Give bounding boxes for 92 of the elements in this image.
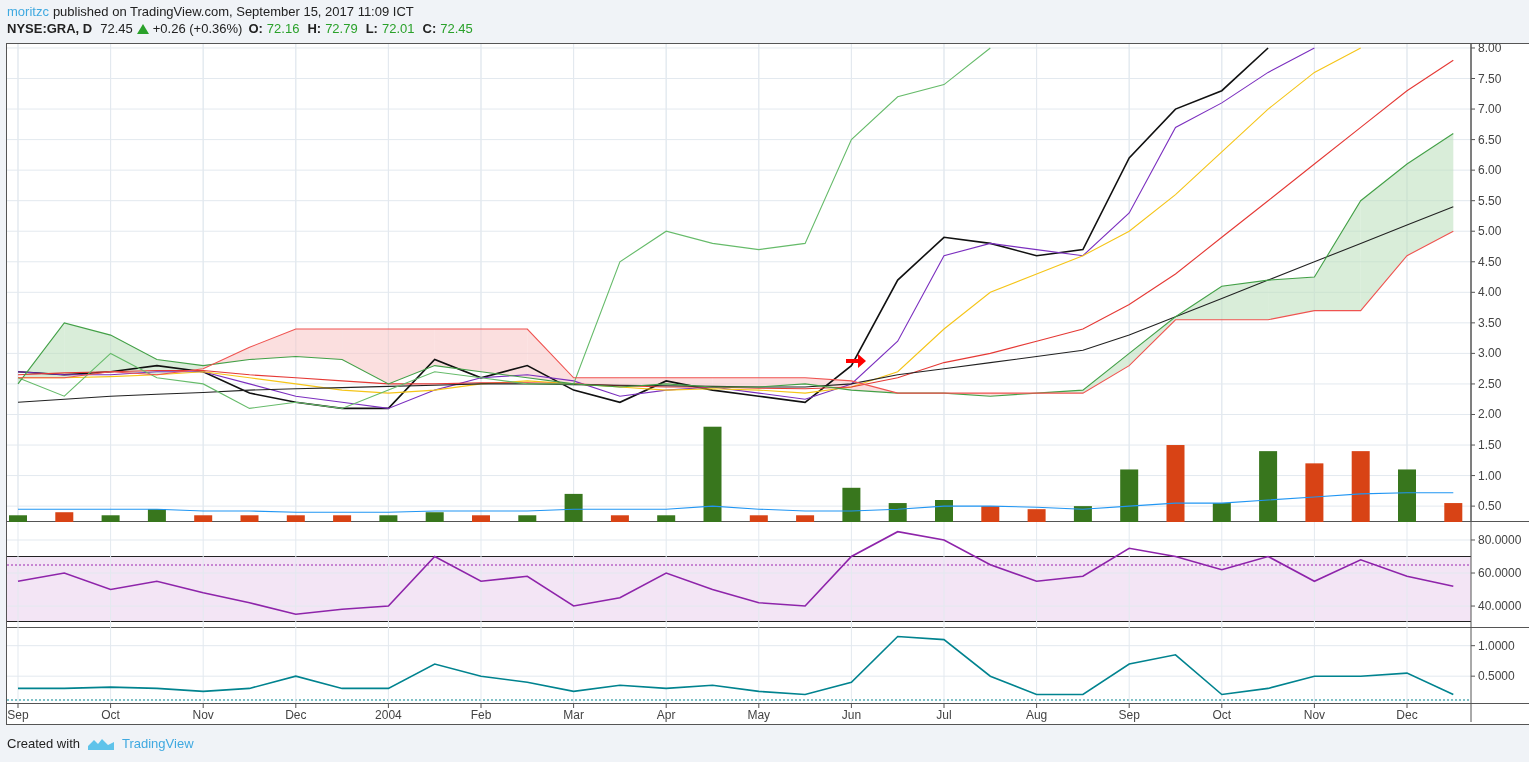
axis-label: 5.00 [1478, 224, 1502, 239]
axis-label: 2.50 [1478, 376, 1502, 391]
cloud-area [805, 377, 852, 391]
ohlc-value: 72.01 [381, 20, 415, 37]
axis-label: 3.00 [1478, 346, 1502, 361]
axis-label: 6.50 [1478, 132, 1502, 147]
volume-bar [194, 515, 213, 522]
cloud-area [666, 377, 713, 387]
volume-bar [842, 487, 861, 522]
axis-label: Jul [936, 708, 952, 722]
cloud-area [388, 328, 435, 384]
axis-label: 3.50 [1478, 315, 1502, 330]
last-price: 72.45 [100, 20, 133, 37]
axis-label: 8.00 [1478, 44, 1502, 55]
axis-label: 1.00 [1478, 468, 1502, 483]
ohlc-label: O: [248, 20, 263, 37]
axis-label: Jun [841, 708, 862, 722]
axis-label: 1.0000 [1478, 638, 1515, 653]
volume-bar [796, 515, 815, 522]
volume-bar [1120, 469, 1139, 522]
axis-label: 0.5000 [1478, 669, 1515, 684]
axis-label: Feb [470, 708, 492, 722]
axis-label: 2004 [375, 708, 402, 722]
volume-bar [1305, 463, 1324, 522]
axis-label: Aug [1025, 708, 1048, 722]
volume-bar [935, 500, 953, 522]
created-with-text: Created with [7, 734, 80, 753]
axis-label: Mar [563, 708, 584, 722]
ohlc-label: C: [422, 20, 437, 37]
axis-label: 4.00 [1478, 285, 1502, 300]
symbol-label: NYSE:GRA, D [7, 20, 93, 37]
price-change: +0.26 (+0.36%) [152, 20, 243, 37]
volume-bar [1027, 509, 1046, 522]
axis-label: May [747, 708, 771, 722]
cloud-area [1221, 280, 1269, 320]
axis-label: Dec [285, 708, 307, 722]
axis-label: Oct [1212, 708, 1232, 722]
arrow-icon [846, 354, 866, 368]
publish-info: moritzc published on TradingView.com, September 15, 2017 11:09 ICT [7, 3, 415, 20]
ohlc-value: 72.79 [325, 20, 358, 37]
axis-label: 7.00 [1478, 102, 1502, 117]
volume-bar [1398, 469, 1416, 522]
volume-bar [518, 515, 537, 522]
volume-bar [1259, 451, 1278, 522]
author-link[interactable]: moritzc [7, 4, 49, 19]
axis-label: 40.0000 [1478, 599, 1522, 614]
axis-label: 60.0000 [1478, 566, 1522, 580]
volume-bar [101, 515, 120, 522]
up-triangle-icon [136, 22, 149, 35]
volume-bar [425, 512, 444, 522]
tradingview-link[interactable]: TradingView [122, 733, 194, 754]
cloud-area [758, 377, 806, 387]
volume-bar [1212, 503, 1231, 522]
volume-bar [472, 515, 490, 522]
cloud-area [712, 377, 759, 387]
cloud-area [18, 322, 65, 384]
axis-label: Sep [7, 708, 29, 722]
volume-bar [749, 515, 768, 522]
volume-bar [379, 515, 398, 522]
axis-label: Dec [1396, 708, 1418, 722]
volume-bar [1444, 503, 1463, 522]
volume-bar [55, 512, 74, 522]
ohlc-label: H: [307, 20, 322, 37]
ohlc-value: 72.45 [440, 20, 473, 37]
volume-bar [610, 515, 629, 522]
axis-label: Apr [656, 708, 676, 722]
cloud-area [481, 328, 528, 378]
logo-icon [88, 737, 114, 750]
axis-label: 2.00 [1478, 407, 1502, 422]
volume-bar [1351, 451, 1370, 522]
volume-bar [286, 515, 305, 522]
axis-label: 7.50 [1478, 71, 1502, 86]
axis-label: 1.50 [1478, 438, 1502, 453]
volume-bar [333, 515, 352, 522]
cloud-area [434, 328, 481, 372]
axis-label: 0.50 [1478, 499, 1502, 514]
volume-bar [657, 515, 676, 522]
axis-label: 5.50 [1478, 193, 1502, 208]
volume-bar [564, 493, 583, 522]
ohlc-label: L: [365, 20, 378, 37]
ohlc-value: 72.16 [266, 20, 300, 37]
axis-label: Nov [1303, 708, 1326, 722]
cloud-area [64, 322, 111, 378]
axis-label: 4.50 [1478, 254, 1502, 269]
axis-label: 80.0000 [1478, 533, 1522, 547]
volume-bar [9, 515, 27, 522]
cloud-area [619, 377, 667, 387]
volume-bar [240, 515, 259, 522]
axis-label: Sep [1118, 708, 1140, 722]
axis-label: Nov [192, 708, 214, 722]
axis-label: Oct [101, 708, 120, 722]
axis-label: 6.00 [1478, 163, 1502, 178]
